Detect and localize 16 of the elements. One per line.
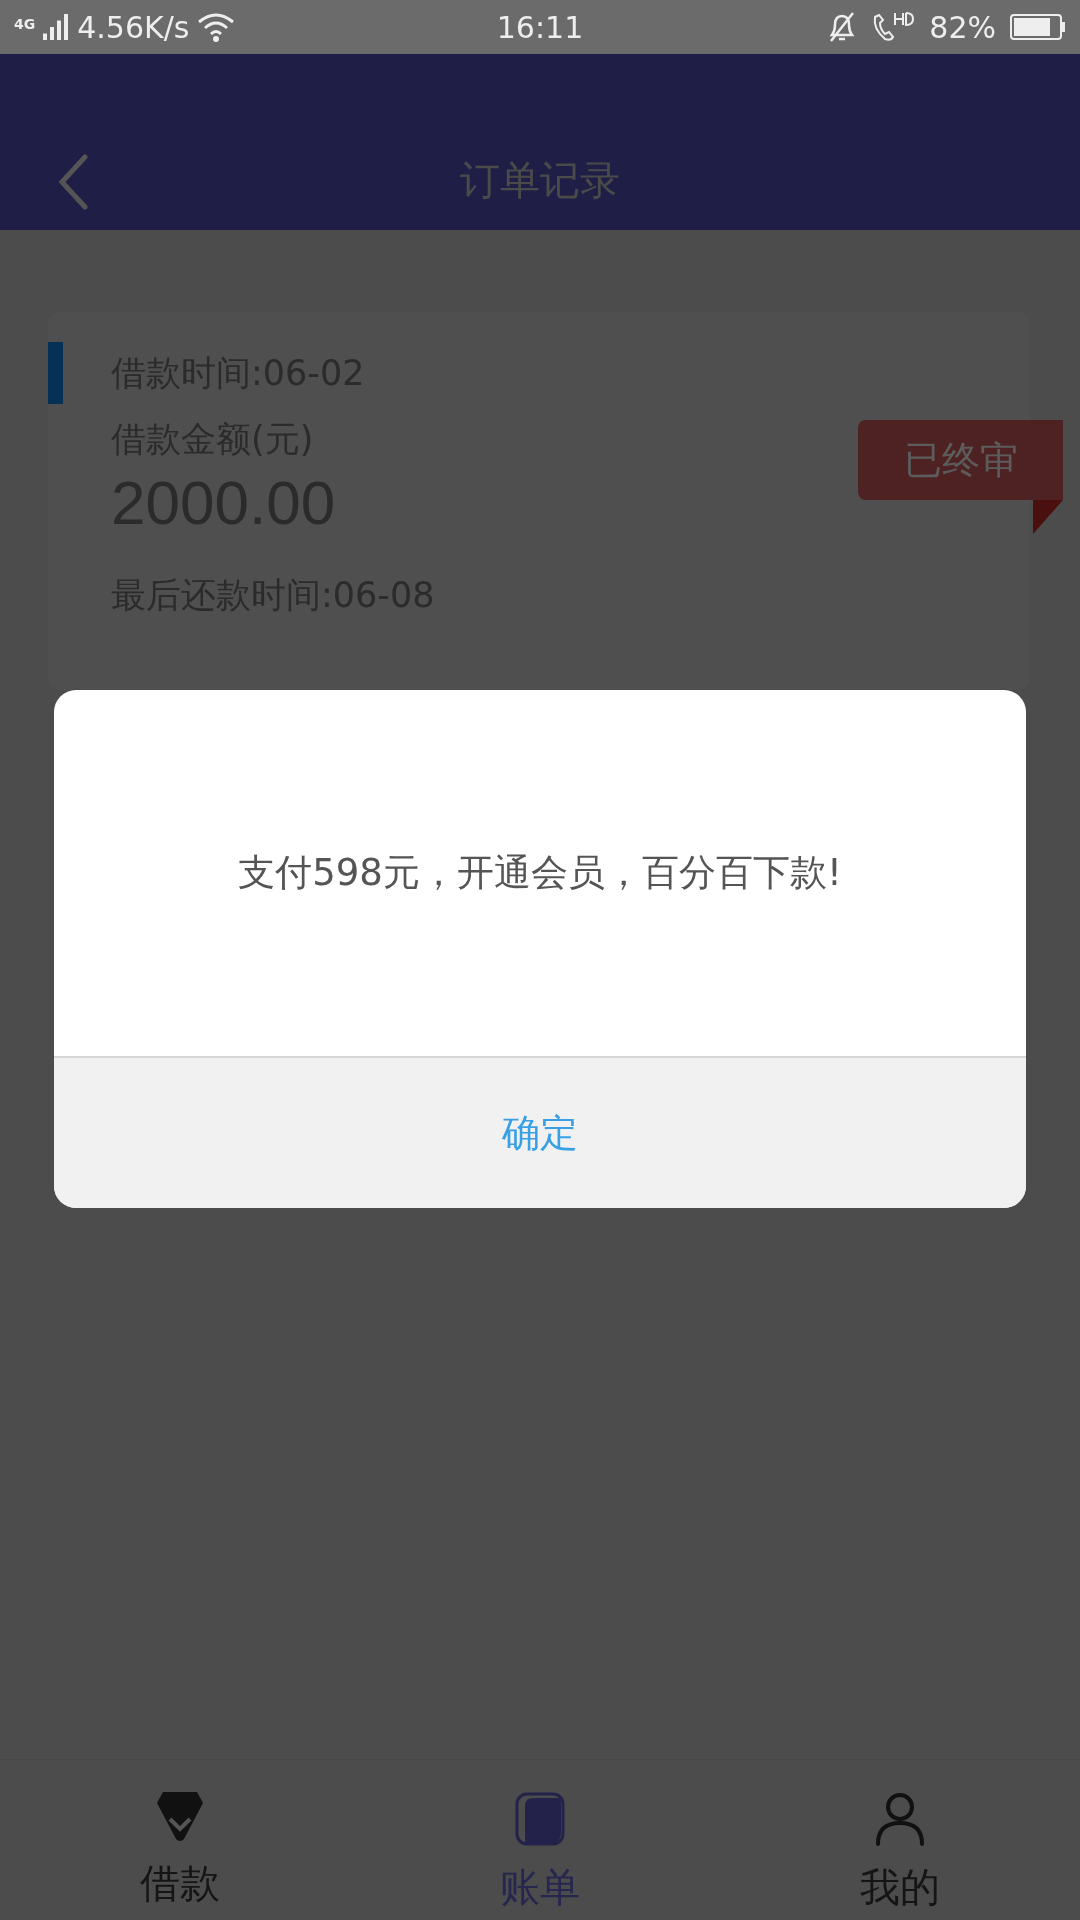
confirm-button[interactable]: 确定 (54, 1058, 1026, 1208)
ribbon-fold-icon (1033, 500, 1063, 534)
network-speed: 4.56K/s (77, 9, 190, 45)
nav-tab[interactable]: 我的 (720, 1760, 1080, 1920)
book-icon (515, 1792, 565, 1846)
clock: 16:11 (496, 9, 584, 45)
back-icon[interactable] (58, 154, 88, 210)
network-label: 4G (14, 15, 36, 32)
battery-percent: 82% (929, 9, 996, 45)
person-icon (875, 1792, 925, 1846)
wifi-icon (197, 12, 236, 42)
signal-icon (43, 14, 70, 40)
status-ribbon: 已终审 (858, 420, 1063, 500)
accent-bar (48, 342, 63, 404)
hd-call-icon (871, 11, 916, 43)
battery-icon (1010, 14, 1066, 40)
